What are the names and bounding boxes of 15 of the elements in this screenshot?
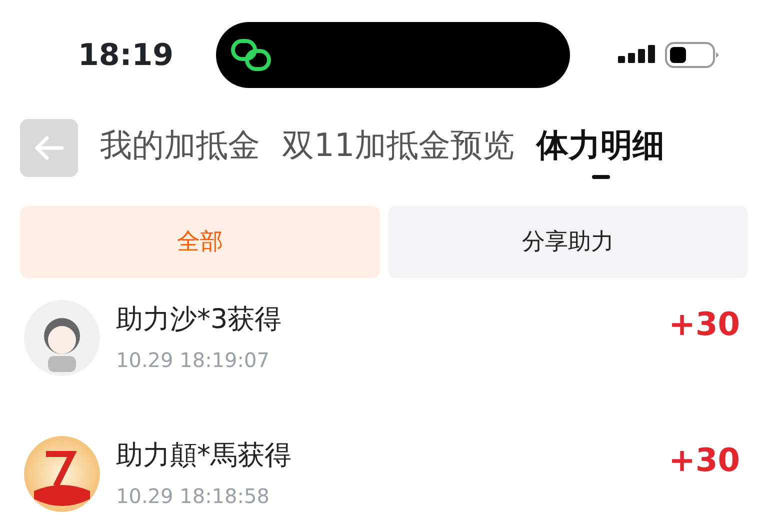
record-time: 10.29 18:18:58 xyxy=(116,482,270,510)
back-button[interactable] xyxy=(20,119,78,177)
filter-button[interactable]: 分享助力 xyxy=(388,206,748,278)
points-amount: +30 xyxy=(668,440,740,481)
record-title: 助力沙*3获得 xyxy=(116,303,282,337)
record-time: 10.29 18:19:07 xyxy=(116,346,270,374)
link-icon xyxy=(230,38,274,72)
status-time: 18:19 xyxy=(78,36,174,74)
back-arrow-icon xyxy=(34,136,64,160)
record-title: 助力顛*馬获得 xyxy=(116,439,292,473)
signal-icon xyxy=(618,44,656,66)
tab[interactable]: 双11加抵金预览 xyxy=(282,121,515,175)
points-amount: +30 xyxy=(668,304,740,345)
tab[interactable]: 我的加抵金 xyxy=(100,121,260,175)
battery-icon xyxy=(664,41,720,69)
